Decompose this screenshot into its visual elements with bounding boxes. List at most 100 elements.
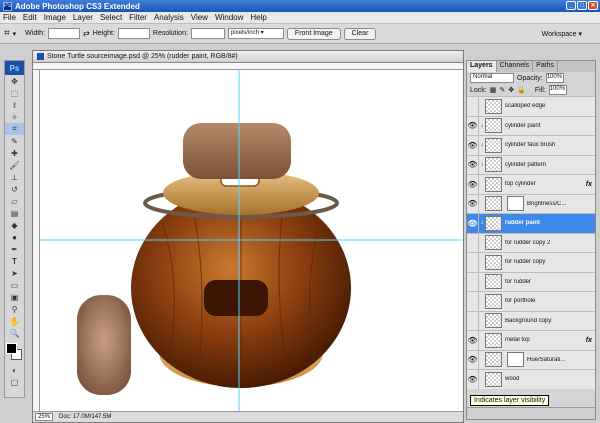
path-selection-tool-icon[interactable]: ➤	[5, 267, 24, 279]
magic-wand-tool-icon[interactable]: ✧	[5, 111, 24, 123]
quick-mask-icon[interactable]: ◐	[5, 364, 24, 376]
layer-row[interactable]: for rudder	[467, 271, 595, 292]
tab-channels[interactable]: Channels	[497, 61, 534, 72]
document-size[interactable]: Doc: 17.0M/147.5M	[59, 414, 111, 420]
menu-image[interactable]: Image	[44, 13, 66, 22]
layer-visibility-eye-icon[interactable]: 👁	[467, 369, 479, 389]
layer-row[interactable]: Background copy	[467, 310, 595, 331]
swap-icon[interactable]: ⇄	[83, 29, 90, 38]
lock-transparency-icon[interactable]: ▦	[490, 86, 497, 94]
layer-visibility-eye-icon[interactable]	[467, 252, 479, 272]
menu-analysis[interactable]: Analysis	[154, 13, 184, 22]
layer-visibility-eye-icon[interactable]: 👁	[467, 135, 479, 155]
screen-mode-icon[interactable]: ▢	[5, 376, 24, 388]
layer-visibility-eye-icon[interactable]	[467, 233, 479, 253]
zoom-tool-icon[interactable]: 🔍	[5, 327, 24, 339]
tab-paths[interactable]: Paths	[533, 61, 559, 72]
menu-edit[interactable]: Edit	[23, 13, 37, 22]
layer-row[interactable]: 👁 wood	[467, 369, 595, 389]
layer-visibility-eye-icon[interactable]	[467, 96, 479, 116]
shape-tool-icon[interactable]: ▭	[5, 279, 24, 291]
menu-select[interactable]: Select	[100, 13, 122, 22]
resolution-unit-select[interactable]: pixels/inch ▾	[227, 28, 284, 39]
layer-row[interactable]: 👁 ↓ cylinder paint	[467, 115, 595, 136]
layer-mask-thumbnail[interactable]	[507, 196, 524, 212]
color-swatches[interactable]	[5, 342, 24, 364]
front-image-button[interactable]: Front Image	[286, 27, 341, 40]
layer-row[interactable]: 👁 ↓ cylinder faux brush	[467, 135, 595, 155]
type-tool-icon[interactable]: T	[5, 255, 24, 267]
layer-visibility-eye-icon[interactable]: 👁	[467, 213, 479, 233]
canvas[interactable]	[33, 63, 463, 411]
hand-tool-icon[interactable]: ✋	[5, 315, 24, 327]
minimize-icon[interactable]: _	[566, 1, 576, 10]
resolution-input[interactable]	[190, 28, 225, 39]
layer-mask-thumbnail[interactable]	[507, 352, 524, 368]
layer-visibility-eye-icon[interactable]: 👁	[467, 330, 479, 350]
layer-fx-icon[interactable]: fx	[586, 181, 592, 188]
crop-tool-icon[interactable]: ⌗	[4, 28, 10, 39]
brush-tool-icon[interactable]: 🖌	[5, 159, 24, 171]
layer-visibility-eye-icon[interactable]: 👁	[467, 155, 479, 175]
crop-tool-icon-toolbox[interactable]: ⌗	[5, 123, 24, 135]
menu-view[interactable]: View	[191, 13, 208, 22]
horizontal-ruler[interactable]	[33, 63, 463, 70]
menu-window[interactable]: Window	[215, 13, 243, 22]
layer-row[interactable]: for porthole	[467, 291, 595, 311]
eraser-tool-icon[interactable]: ▱	[5, 195, 24, 207]
lock-all-icon[interactable]: 🔒	[517, 86, 526, 94]
menu-file[interactable]: File	[3, 13, 16, 22]
blend-mode-select[interactable]: Normal	[470, 73, 514, 83]
layer-row[interactable]: for rudder copy	[467, 252, 595, 272]
layer-visibility-eye-icon[interactable]: 👁	[467, 194, 479, 214]
layer-row[interactable]: 👁 top cylinder fx	[467, 174, 595, 194]
tab-layers[interactable]: Layers	[467, 61, 497, 72]
foreground-color-swatch[interactable]	[6, 343, 17, 354]
layer-row[interactable]: 👁 Brightness/C...	[467, 193, 595, 214]
vertical-ruler[interactable]	[33, 70, 40, 411]
layer-visibility-eye-icon[interactable]	[467, 272, 479, 292]
porthole	[204, 280, 268, 316]
gradient-tool-icon[interactable]: ▤	[5, 207, 24, 219]
layer-visibility-eye-icon[interactable]: 👁	[467, 174, 479, 194]
lasso-tool-icon[interactable]: ℓ	[5, 99, 24, 111]
tool-preset-chevron-icon[interactable]: ▾	[13, 30, 17, 38]
healing-brush-tool-icon[interactable]: ✚	[5, 147, 24, 159]
layer-visibility-eye-icon[interactable]: 👁	[467, 116, 479, 136]
layer-row[interactable]: 👁 metal top fx	[467, 330, 595, 350]
width-input[interactable]	[48, 28, 80, 39]
layer-visibility-eye-icon[interactable]: 👁	[467, 350, 479, 370]
layer-name: for porthole	[505, 298, 536, 305]
workspace-menu[interactable]: Workspace ▾	[542, 30, 582, 38]
layer-row[interactable]: 👁 ↓ cylinder pattern	[467, 154, 595, 175]
menu-filter[interactable]: Filter	[129, 13, 147, 22]
layer-fx-icon[interactable]: fx	[586, 337, 592, 344]
layer-row[interactable]: scalloped edge	[467, 96, 595, 116]
dodge-tool-icon[interactable]: ●	[5, 231, 24, 243]
clear-button[interactable]: Clear	[343, 27, 377, 40]
lock-position-icon[interactable]: ✥	[508, 86, 514, 94]
maximize-icon[interactable]: □	[577, 1, 587, 10]
menu-help[interactable]: Help	[250, 13, 266, 22]
layer-visibility-eye-icon[interactable]	[467, 311, 479, 331]
fill-input[interactable]: 100%	[548, 85, 567, 95]
lock-image-icon[interactable]: ✎	[499, 86, 505, 94]
eyedropper-tool-icon[interactable]: ⚲	[5, 303, 24, 315]
history-brush-tool-icon[interactable]: ↺	[5, 183, 24, 195]
menu-layer[interactable]: Layer	[73, 13, 93, 22]
clone-stamp-tool-icon[interactable]: ⊥	[5, 171, 24, 183]
opacity-input[interactable]: 100%	[545, 73, 564, 83]
layer-row[interactable]: 👁 ↓ rudder paint	[467, 213, 595, 233]
notes-tool-icon[interactable]: ▣	[5, 291, 24, 303]
layer-row[interactable]: 👁 Hue/Saturati...	[467, 349, 595, 370]
layer-visibility-eye-icon[interactable]	[467, 291, 479, 311]
marquee-tool-icon[interactable]: ⬚	[5, 87, 24, 99]
close-icon[interactable]: ✕	[588, 1, 598, 10]
layer-row[interactable]: for rudder copy 2	[467, 232, 595, 253]
blur-tool-icon[interactable]: ◆	[5, 219, 24, 231]
slice-tool-icon[interactable]: ✎	[5, 135, 24, 147]
height-input[interactable]	[117, 28, 150, 39]
zoom-level[interactable]: 25%	[35, 413, 54, 421]
pen-tool-icon[interactable]: ✒	[5, 243, 24, 255]
move-tool-icon[interactable]: ✥	[5, 75, 24, 87]
